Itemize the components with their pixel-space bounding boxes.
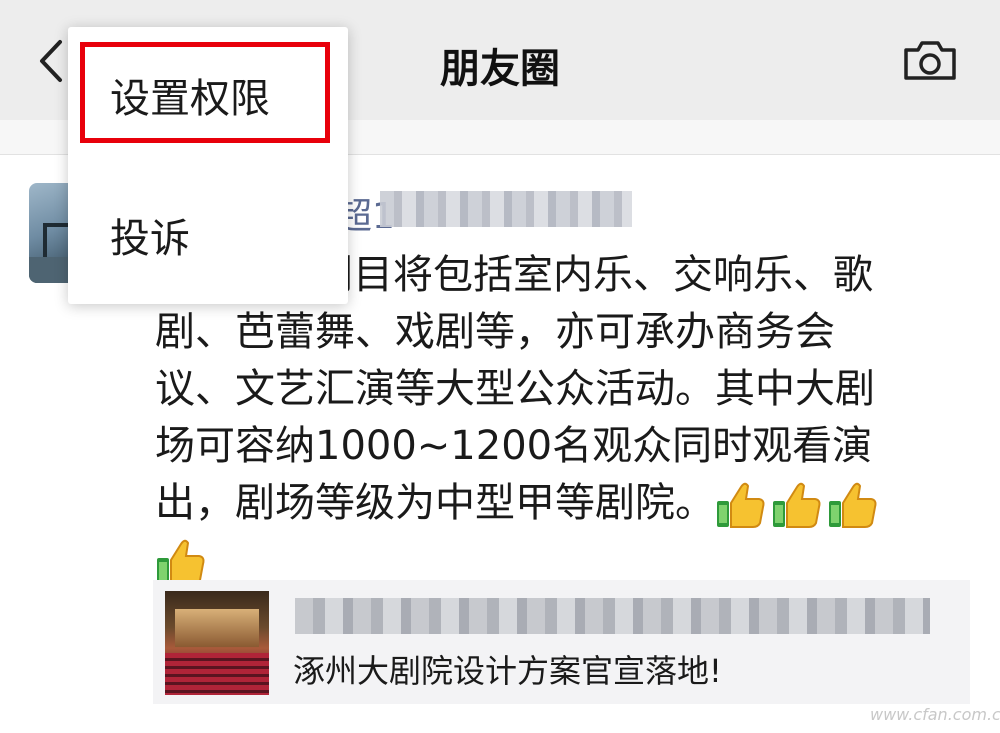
highlight-annotation <box>80 42 330 143</box>
thumbs-up-icon <box>827 479 879 531</box>
thumbs-up-icon <box>771 479 823 531</box>
menu-item-label: 投诉 <box>110 216 190 262</box>
post-line-3: 议、文艺汇演等大型公众活动。其中大剧 <box>155 366 875 412</box>
author-name[interactable]: 超1 <box>336 185 636 231</box>
author-name-blur <box>380 191 632 227</box>
link-card[interactable]: 涿州大剧院设计方案官宣落地! <box>153 580 970 704</box>
post-line-5-text: 出，剧场等级为中型甲等剧院。 <box>155 480 715 526</box>
link-title: 涿州大剧院设计方案官宣落地! <box>293 652 722 690</box>
link-source-blur <box>295 598 930 634</box>
watermark: www.cfan.com.cn <box>870 705 1000 724</box>
link-thumbnail <box>165 591 269 695</box>
post-line-5: 出，剧场等级为中型甲等剧院。 <box>155 475 945 532</box>
thumbs-up-icon <box>715 479 767 531</box>
camera-icon[interactable] <box>900 38 960 84</box>
post-line-4: 场可容纳1000~1200名观众同时观看演 <box>155 423 873 469</box>
post-line-2: 剧、芭蕾舞、戏剧等，亦可承办商务会 <box>155 309 835 355</box>
menu-item-report[interactable]: 投诉 <box>68 189 348 289</box>
